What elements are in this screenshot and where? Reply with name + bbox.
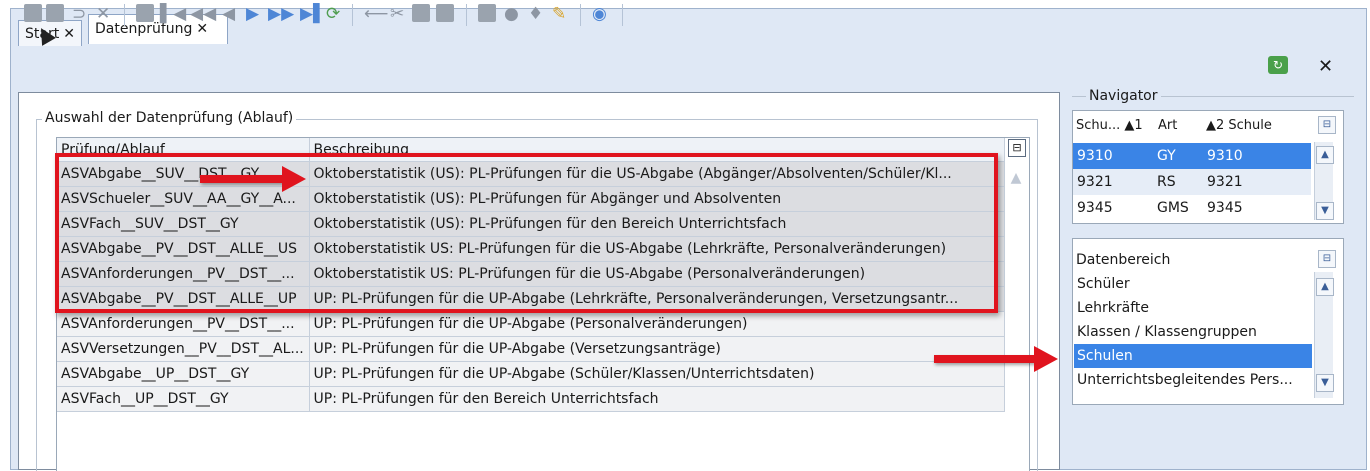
paste-icon[interactable]	[436, 4, 454, 24]
cell-pruefung: ASVAbgabe__UP__DST__GY	[57, 361, 310, 387]
refresh-icon[interactable]: ↻	[1268, 56, 1288, 74]
cell-pruefung: ASVVersetzungen__PV__DST__AL...	[57, 336, 310, 362]
navigator-cell-schu: 9345	[1077, 200, 1113, 216]
first-icon[interactable]: ▌◀	[160, 4, 186, 24]
scroll-up-icon[interactable]: ▲	[1316, 146, 1334, 164]
last-icon[interactable]: ▶▌	[300, 4, 326, 24]
cell-beschreibung: UP: PL-Prüfungen für die UP-Abgabe (Schü…	[309, 361, 1005, 387]
scroll-up-icon[interactable]: ▲	[1316, 278, 1334, 296]
datenbereich-item[interactable]: Lehrkräfte	[1074, 296, 1312, 320]
navigator-row[interactable]: 9321 RS 9321	[1073, 169, 1311, 195]
navigator-cell-art: RS	[1157, 174, 1176, 190]
cell-beschreibung: UP: PL-Prüfungen für den Bereich Unterri…	[309, 386, 1005, 412]
prev-icon[interactable]: ◀	[222, 4, 235, 24]
datenbereich-item[interactable]: Schulen	[1074, 344, 1312, 368]
copy-icon[interactable]	[412, 4, 430, 24]
close-icon[interactable]: ✕	[1318, 56, 1333, 77]
grid-menu-icon[interactable]: ⊟	[1008, 139, 1026, 157]
table-row[interactable]: ASVVersetzungen__PV__DST__AL... UP: PL-Pr…	[57, 336, 1005, 362]
navigator-title: Navigator	[1086, 88, 1161, 104]
delete-icon[interactable]: ✕	[96, 4, 110, 24]
column-header-schu[interactable]: Schu... ▲1	[1076, 118, 1143, 133]
cell-beschreibung: UP: PL-Prüfungen für die UP-Abgabe (Pers…	[309, 311, 1005, 337]
navigator-cell-schu: 9321	[1077, 174, 1113, 190]
prev-page-icon[interactable]: ◀◀	[190, 4, 216, 24]
scroll-up-icon[interactable]: ▲	[1008, 170, 1024, 192]
table-row[interactable]: ASVAnforderungen__PV__DST__... UP: PL-Prü…	[57, 311, 1005, 337]
navigator-cell-schule: 9345	[1207, 200, 1243, 216]
datenbereich-item[interactable]: Schüler	[1074, 272, 1312, 296]
table-row[interactable]: ASVFach__UP__DST__GY UP: PL-Prüfungen für…	[57, 386, 1005, 412]
next-page-icon[interactable]: ▶▶	[268, 4, 294, 24]
navigator-menu-icon[interactable]: ⊟	[1318, 116, 1336, 134]
table-row[interactable]: ASVAbgabe__UP__DST__GY UP: PL-Prüfungen f…	[57, 361, 1005, 387]
cut-icon[interactable]: ✂	[390, 4, 404, 24]
scroll-down-icon[interactable]: ▼	[1316, 202, 1334, 220]
help-icon[interactable]: ◉	[592, 4, 607, 24]
cell-pruefung: ASVAnforderungen__PV__DST__...	[57, 311, 310, 337]
navigator-cell-schule: 9321	[1207, 174, 1243, 190]
datenbereich-title: Datenbereich	[1076, 252, 1171, 268]
next-icon[interactable]: ▶	[246, 4, 259, 24]
print-icon[interactable]	[478, 4, 496, 24]
close-icon[interactable]: ✕	[63, 26, 75, 42]
cell-pruefung: ASVFach__UP__DST__GY	[57, 386, 310, 412]
annotation-box	[55, 153, 998, 313]
refresh-icon[interactable]: ⟳	[326, 4, 340, 24]
column-header-art[interactable]: Art	[1158, 118, 1177, 133]
undo-icon[interactable]: ⊃	[72, 4, 86, 24]
save-all-icon[interactable]	[46, 4, 64, 24]
navigator-cell-schu: 9310	[1077, 148, 1113, 164]
broom-icon[interactable]: ✎	[552, 4, 566, 24]
column-header-schule[interactable]: ▲2 Schule	[1206, 118, 1272, 133]
scroll-down-icon[interactable]: ▼	[1316, 374, 1334, 392]
navigator-row[interactable]: 9310 GY 9310	[1073, 143, 1311, 169]
bulb-icon[interactable]: ♦	[528, 4, 543, 24]
annotation-arrow-icon	[934, 346, 1058, 372]
navigator-cell-art: GMS	[1157, 200, 1189, 216]
cell-beschreibung: UP: PL-Prüfungen für die UP-Abgabe (Vers…	[309, 336, 1005, 362]
save-icon[interactable]	[24, 4, 42, 24]
group-label: Auswahl der Datenprüfung (Ablauf)	[42, 110, 297, 126]
annotation-arrow-icon	[200, 166, 306, 192]
datenbereich-menu-icon[interactable]: ⊟	[1318, 250, 1336, 268]
datenbereich-item[interactable]: Klassen / Klassengruppen	[1074, 320, 1312, 344]
navigator-row[interactable]: 9345 GMS 9345	[1073, 195, 1311, 221]
link-icon[interactable]: ⟵	[364, 4, 388, 24]
navigator-cell-art: GY	[1157, 148, 1176, 164]
preview-icon[interactable]: ●	[504, 4, 519, 24]
navigator-cell-schule: 9310	[1207, 148, 1243, 164]
datenbereich-item[interactable]: Unterrichtsbegleitendes Pers...	[1074, 368, 1312, 392]
new-icon[interactable]	[136, 4, 154, 24]
